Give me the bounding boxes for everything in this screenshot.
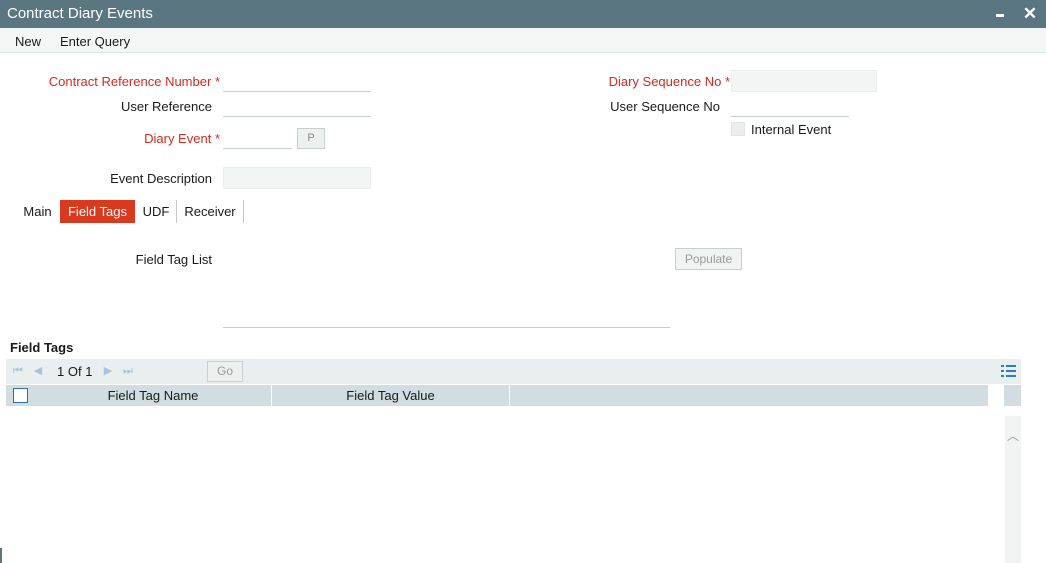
tab-field-tags[interactable]: Field Tags xyxy=(60,200,135,223)
user-reference-label: User Reference xyxy=(120,99,212,114)
field-tags-section-title: Field Tags xyxy=(10,340,74,355)
tab-divider xyxy=(176,200,177,223)
contract-reference-input[interactable] xyxy=(223,70,371,92)
user-sequence-label: User Sequence No xyxy=(610,99,720,114)
field-tag-list-input[interactable] xyxy=(223,327,670,328)
go-button[interactable]: Go xyxy=(207,361,243,382)
prev-page-icon[interactable]: ◀ xyxy=(32,365,44,377)
window-title: Contract Diary Events xyxy=(7,5,153,22)
header-spacer xyxy=(988,385,1004,406)
page-indicator: 1 Of 1 xyxy=(57,364,93,379)
populate-button[interactable]: Populate xyxy=(675,248,742,270)
contract-reference-label: Contract Reference Number * xyxy=(48,74,220,89)
diary-sequence-input[interactable] xyxy=(731,70,877,92)
new-menu-item[interactable]: New xyxy=(15,34,41,49)
tab-receiver[interactable]: Receiver xyxy=(178,200,242,223)
grid-header-row: Field Tag Name Field Tag Value xyxy=(6,385,1021,406)
internal-event-checkbox[interactable] xyxy=(731,122,745,136)
internal-event-label: Internal Event xyxy=(751,122,832,137)
minimize-icon[interactable] xyxy=(994,6,1008,22)
grid-pagination-bar: ⏮ ◀ 1 Of 1 ▶ ⏭ Go xyxy=(6,359,1021,384)
event-description-input[interactable] xyxy=(223,167,371,189)
grid-body xyxy=(6,406,1021,563)
enter-query-menu-item[interactable]: Enter Query xyxy=(60,34,130,49)
column-header-field-tag-name[interactable]: Field Tag Name xyxy=(35,385,272,406)
last-page-icon[interactable]: ⏭ xyxy=(122,365,134,377)
scroll-up-icon[interactable]: ︿ xyxy=(1007,430,1019,442)
column-header-field-tag-value[interactable]: Field Tag Value xyxy=(272,385,510,406)
user-reference-input[interactable] xyxy=(223,95,371,117)
next-page-icon[interactable]: ▶ xyxy=(102,365,114,377)
menubar: New Enter Query xyxy=(0,28,1046,53)
diary-event-label: Diary Event * xyxy=(144,131,220,146)
list-settings-icon[interactable] xyxy=(1001,363,1017,379)
tab-divider xyxy=(243,200,244,223)
select-all-checkbox[interactable] xyxy=(13,388,28,403)
diary-event-input[interactable] xyxy=(223,127,292,149)
grid-scrollbar[interactable]: ︿ xyxy=(1005,416,1021,563)
close-icon[interactable]: ✕ xyxy=(1021,4,1039,24)
diary-event-lov-button[interactable]: P xyxy=(297,128,325,149)
first-page-icon[interactable]: ⏮ xyxy=(12,365,24,377)
event-description-label: Event Description xyxy=(110,171,212,186)
field-tag-list-label: Field Tag List xyxy=(135,252,212,267)
user-sequence-input[interactable] xyxy=(731,95,849,117)
tab-main[interactable]: Main xyxy=(17,200,58,223)
tab-udf[interactable]: UDF xyxy=(137,200,175,223)
diary-sequence-label: Diary Sequence No * xyxy=(608,74,730,89)
window-edge xyxy=(0,548,2,563)
window-titlebar: Contract Diary Events ✕ xyxy=(0,0,1046,28)
